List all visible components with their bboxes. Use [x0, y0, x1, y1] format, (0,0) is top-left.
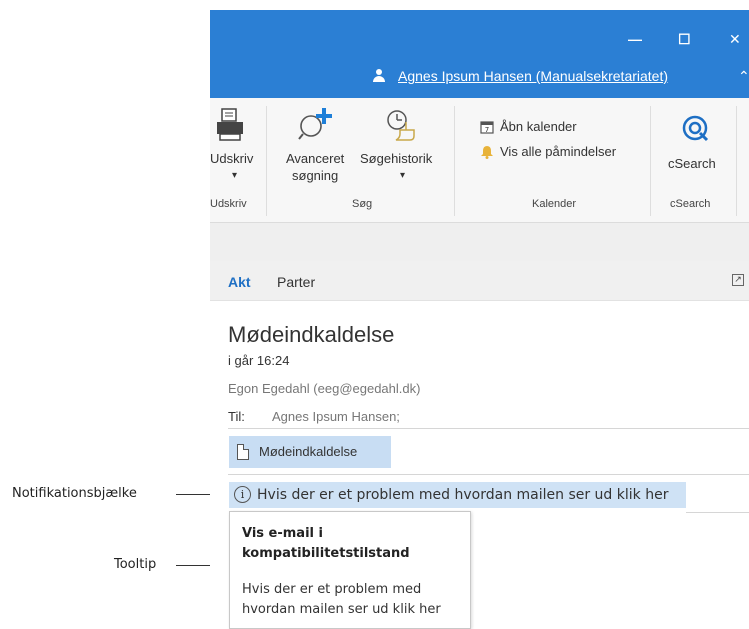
- svg-text:7: 7: [485, 126, 489, 134]
- calendar-group-label: Kalender: [532, 198, 577, 210]
- to-label: Til:: [228, 409, 245, 424]
- csearch-button[interactable]: cSearch: [666, 104, 728, 194]
- print-group-label: Udskriv: [210, 198, 247, 210]
- notification-bar[interactable]: i Hvis der er et problem med hvordan mai…: [229, 482, 686, 508]
- tooltip: Vis e-mail i kompatibilitetstilstand Hvi…: [229, 511, 471, 629]
- search-history-dropdown-icon[interactable]: ▾: [400, 170, 405, 181]
- csearch-icon: [682, 115, 709, 142]
- tooltip-body: Hvis der er et problem med hvordan maile…: [242, 582, 441, 617]
- user-icon: [373, 69, 385, 82]
- tooltip-callout-label: Tooltip: [114, 557, 157, 572]
- document-icon: [237, 444, 249, 460]
- notification-divider: [686, 512, 749, 513]
- popout-icon[interactable]: ↗: [732, 274, 744, 286]
- open-calendar-label: Åbn kalender: [500, 119, 577, 134]
- search-history-label: Søgehistorik: [360, 151, 433, 166]
- collapse-ribbon-icon[interactable]: ⌃: [738, 68, 749, 85]
- csearch-label: cSearch: [668, 156, 716, 171]
- minimize-button[interactable]: —: [628, 32, 642, 46]
- user-account-link[interactable]: Agnes Ipsum Hansen (Manualsekretariatet): [398, 68, 668, 84]
- case-pane: Akt Parter ↗ Mødeindkaldelse i går 16:24…: [210, 261, 749, 629]
- ribbon-separator: [266, 106, 267, 216]
- all-reminders-label: Vis alle påmindelser: [500, 144, 617, 159]
- print-button-label: Udskriv: [210, 151, 254, 166]
- email-sender[interactable]: Egon Egedahl (eeg@egedahl.dk): [228, 381, 420, 396]
- notification-bar-callout-label: Notifikationsbjælke: [12, 486, 137, 501]
- mail-window: — ☐ ✕ Agnes Ipsum Hansen (Manualsekretar…: [210, 10, 749, 629]
- ribbon-separator: [736, 106, 737, 216]
- open-calendar-button[interactable]: 7 Åbn kalender: [478, 118, 628, 138]
- advanced-search-label-1: Avanceret: [286, 151, 345, 166]
- pane-tab-bar: Akt Parter ↗: [210, 261, 749, 301]
- search-group-label: Søg: [352, 198, 373, 210]
- print-dropdown-icon[interactable]: ▾: [232, 170, 237, 181]
- bell-icon: [481, 146, 493, 159]
- csearch-group-label: cSearch: [670, 198, 711, 210]
- printer-icon: [217, 108, 243, 141]
- info-icon: i: [234, 486, 251, 503]
- all-reminders-button[interactable]: Vis alle påmindelser: [478, 143, 648, 163]
- attachment-name: Mødeindkaldelse: [259, 444, 358, 459]
- notification-text: Hvis der er et problem med hvordan maile…: [257, 487, 669, 503]
- toolbar-gap: [210, 223, 749, 261]
- attachment-divider: [228, 474, 749, 475]
- attachment-item[interactable]: Mødeindkaldelse: [229, 436, 391, 468]
- ribbon-separator: [650, 106, 651, 216]
- email-subject: Mødeindkaldelse: [228, 322, 395, 347]
- tab-parter[interactable]: Parter: [277, 274, 315, 290]
- email-date: i går 16:24: [228, 353, 290, 368]
- tab-akt[interactable]: Akt: [228, 274, 251, 290]
- history-clock-icon: [387, 110, 415, 141]
- header-divider: [228, 428, 749, 429]
- ribbon-separator: [454, 106, 455, 216]
- close-button[interactable]: ✕: [729, 32, 741, 46]
- advanced-search-label-2: søgning: [292, 168, 339, 183]
- advanced-search-button[interactable]: Avanceret søgning: [284, 104, 358, 194]
- to-recipients[interactable]: Agnes Ipsum Hansen;: [272, 409, 400, 424]
- print-button[interactable]: Udskriv ▾: [210, 104, 266, 194]
- search-history-button[interactable]: Søgehistorik ▾: [360, 104, 436, 194]
- title-bar: — ☐ ✕ Agnes Ipsum Hansen (Manualsekretar…: [210, 10, 749, 98]
- ribbon: Udskriv ▾ Udskriv Avanceret søgning Søge…: [210, 98, 749, 223]
- search-plus-icon: [298, 108, 332, 140]
- calendar-icon: 7: [480, 121, 494, 134]
- maximize-button[interactable]: ☐: [678, 32, 691, 46]
- tooltip-title: Vis e-mail i kompatibilitetstilstand: [242, 526, 410, 561]
